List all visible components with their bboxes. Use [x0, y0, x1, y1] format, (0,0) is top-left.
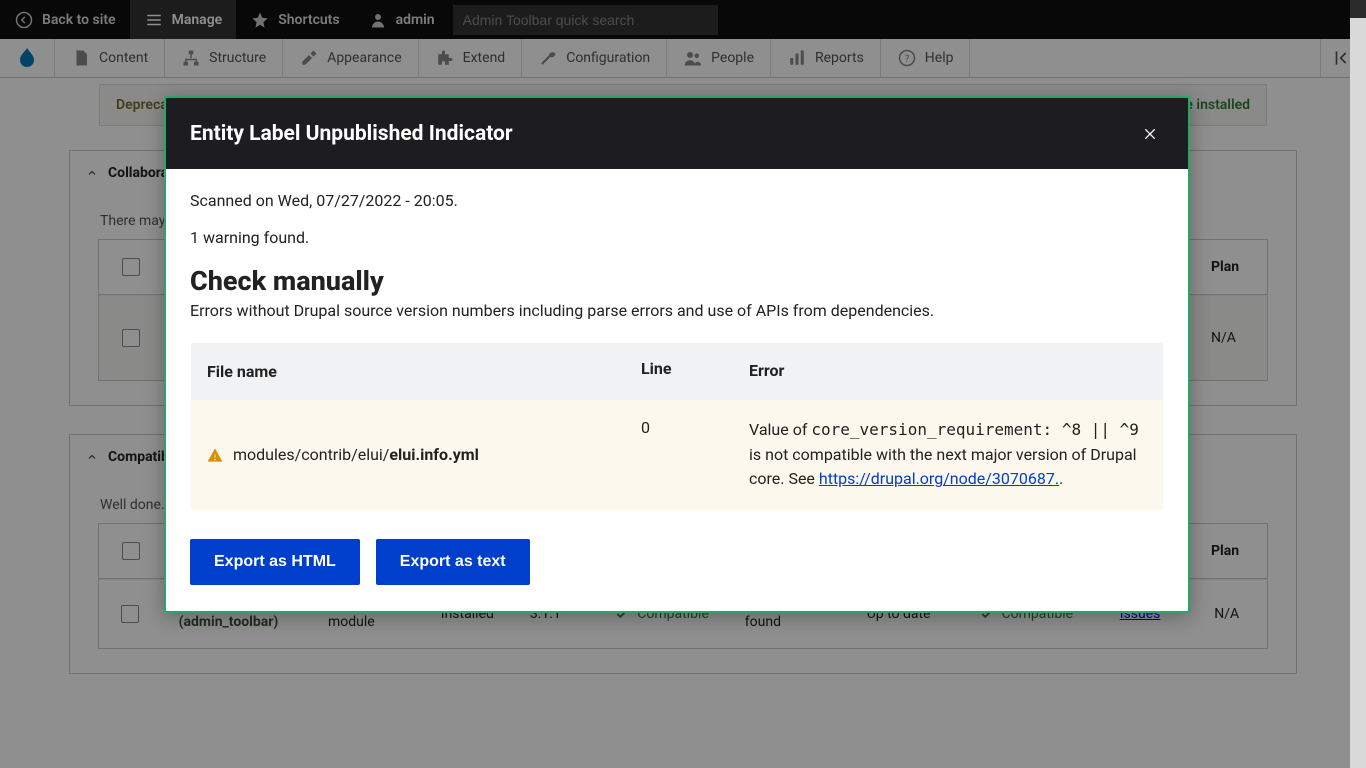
- modal-body: Scanned on Wed, 07/27/2022 - 20:05. 1 wa…: [166, 169, 1188, 611]
- export-text-button[interactable]: Export as text: [376, 539, 530, 585]
- warning-link[interactable]: https://drupal.org/node/3070687.: [819, 469, 1059, 488]
- modal-header: Entity Label Unpublished Indicator: [166, 98, 1188, 169]
- modal-close-button[interactable]: [1136, 120, 1164, 148]
- warning-icon: [207, 447, 223, 463]
- warning-thead: File name Line Error: [191, 343, 1163, 400]
- warning-line: 0: [625, 400, 733, 510]
- warning-error: Value of core_version_requirement: ^8 ||…: [733, 400, 1163, 510]
- scrollbar[interactable]: [1350, 0, 1366, 768]
- modal-warnings: 1 warning found.: [190, 228, 1164, 247]
- modal-actions: Export as HTML Export as text: [190, 539, 1164, 585]
- export-html-button[interactable]: Export as HTML: [190, 539, 360, 585]
- col-file: File name: [191, 343, 625, 400]
- col-error: Error: [733, 343, 1163, 400]
- modal: Entity Label Unpublished Indicator Scann…: [164, 96, 1190, 613]
- warning-table: File name Line Error modules/contrib/elu…: [190, 342, 1164, 511]
- warning-file: modules/contrib/elui/elui.info.yml: [191, 400, 625, 510]
- scrollbar-thumb[interactable]: [1350, 0, 1366, 18]
- modal-check-heading: Check manually: [190, 265, 1164, 297]
- modal-title: Entity Label Unpublished Indicator: [190, 122, 513, 146]
- modal-check-sub: Errors without Drupal source version num…: [190, 301, 1164, 320]
- col-line: Line: [625, 343, 733, 400]
- modal-scanned: Scanned on Wed, 07/27/2022 - 20:05.: [190, 191, 1164, 210]
- warning-row: modules/contrib/elui/elui.info.yml 0 Val…: [191, 400, 1163, 510]
